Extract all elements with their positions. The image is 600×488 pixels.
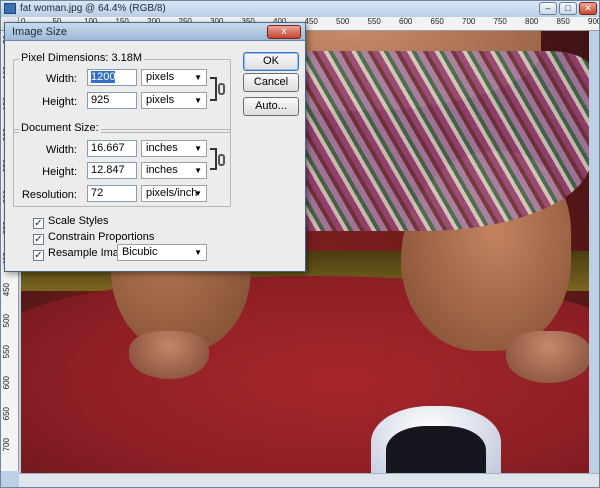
- minimize-button[interactable]: –: [539, 2, 557, 15]
- photo-dark-cloth: [386, 426, 486, 473]
- resample-method-select[interactable]: Bicubic ▼: [117, 244, 207, 261]
- ruler-h-label: 550: [367, 17, 381, 26]
- chevron-down-icon: ▼: [194, 189, 202, 198]
- chevron-down-icon: ▼: [194, 144, 202, 153]
- scale-styles-checkbox[interactable]: ✓: [33, 218, 44, 229]
- ruler-h-label: 750: [493, 17, 507, 26]
- doc-height-label: Height:: [42, 166, 77, 178]
- chevron-down-icon: ▼: [194, 73, 202, 82]
- constrain-proportions-option[interactable]: ✓ Constrain Proportions: [33, 231, 154, 245]
- resample-image-checkbox[interactable]: ✓: [33, 250, 44, 261]
- pixel-height-input[interactable]: 925: [87, 92, 137, 109]
- ruler-h-label: 850: [556, 17, 570, 26]
- document-size-label: Document Size:: [19, 122, 101, 134]
- maximize-button[interactable]: □: [559, 2, 577, 15]
- close-window-button[interactable]: ✕: [579, 2, 597, 15]
- photoshop-document-icon: [4, 3, 16, 14]
- ruler-v-label: 650: [2, 407, 11, 421]
- chevron-down-icon: ▼: [194, 166, 202, 175]
- pixel-dimensions-size: 3.18M: [111, 52, 143, 64]
- chevron-down-icon: ▼: [194, 248, 202, 257]
- doc-link-bracket: [210, 148, 217, 170]
- pixel-height-unit-select[interactable]: pixels ▼: [141, 92, 207, 109]
- photo-right-foot: [506, 331, 589, 383]
- ok-button[interactable]: OK: [243, 52, 299, 71]
- ruler-h-label: 700: [462, 17, 476, 26]
- ruler-v-label: 700: [2, 438, 11, 452]
- ruler-v-label: 550: [2, 345, 11, 359]
- ruler-v-label: 600: [2, 376, 11, 390]
- ruler-h-label: 450: [304, 17, 318, 26]
- pixel-width-unit-select[interactable]: pixels ▼: [141, 69, 207, 86]
- pixel-dimensions-label: Pixel Dimensions: 3.18M: [19, 52, 145, 64]
- ruler-h-label: 900: [588, 17, 599, 26]
- ruler-h-label: 500: [336, 17, 350, 26]
- pixel-link-bracket: [210, 77, 217, 101]
- ruler-v-label: 500: [2, 314, 11, 328]
- document-titlebar[interactable]: fat woman.jpg @ 64.4% (RGB/8) – □ ✕: [1, 1, 599, 17]
- dialog-titlebar[interactable]: Image Size x: [5, 23, 305, 41]
- ruler-h-label: 650: [430, 17, 444, 26]
- cancel-button[interactable]: Cancel: [243, 73, 299, 92]
- doc-width-input[interactable]: 16.667: [87, 140, 137, 157]
- ruler-v-label: 450: [2, 283, 11, 297]
- ruler-h-label: 600: [399, 17, 413, 26]
- document-title: fat woman.jpg @ 64.4% (RGB/8): [20, 3, 166, 14]
- image-size-dialog: Image Size x Pixel Dimensions: 3.18M Wid…: [4, 22, 306, 272]
- horizontal-scrollbar[interactable]: [19, 473, 599, 487]
- pixel-height-label: Height:: [42, 96, 77, 108]
- chevron-down-icon: ▼: [194, 96, 202, 105]
- pixel-width-input[interactable]: 1200: [87, 69, 137, 86]
- photo-left-foot: [129, 331, 209, 379]
- chain-link-icon: [218, 83, 225, 95]
- pixel-width-label: Width:: [45, 73, 77, 85]
- doc-width-unit-select[interactable]: inches ▼: [141, 140, 207, 157]
- dialog-title: Image Size: [12, 26, 68, 38]
- scale-styles-option[interactable]: ✓ Scale Styles: [33, 215, 109, 229]
- resolution-input[interactable]: 72: [87, 185, 137, 202]
- constrain-proportions-checkbox[interactable]: ✓: [33, 234, 44, 245]
- doc-height-unit-select[interactable]: inches ▼: [141, 162, 207, 179]
- auto-button[interactable]: Auto...: [243, 97, 299, 116]
- resolution-label: Resolution:: [21, 189, 77, 201]
- doc-width-label: Width:: [45, 144, 77, 156]
- doc-height-input[interactable]: 12.847: [87, 162, 137, 179]
- chain-link-icon: [218, 154, 225, 166]
- ruler-h-label: 800: [525, 17, 539, 26]
- resolution-unit-select[interactable]: pixels/inch ▼: [141, 185, 207, 202]
- dialog-close-button[interactable]: x: [267, 25, 301, 39]
